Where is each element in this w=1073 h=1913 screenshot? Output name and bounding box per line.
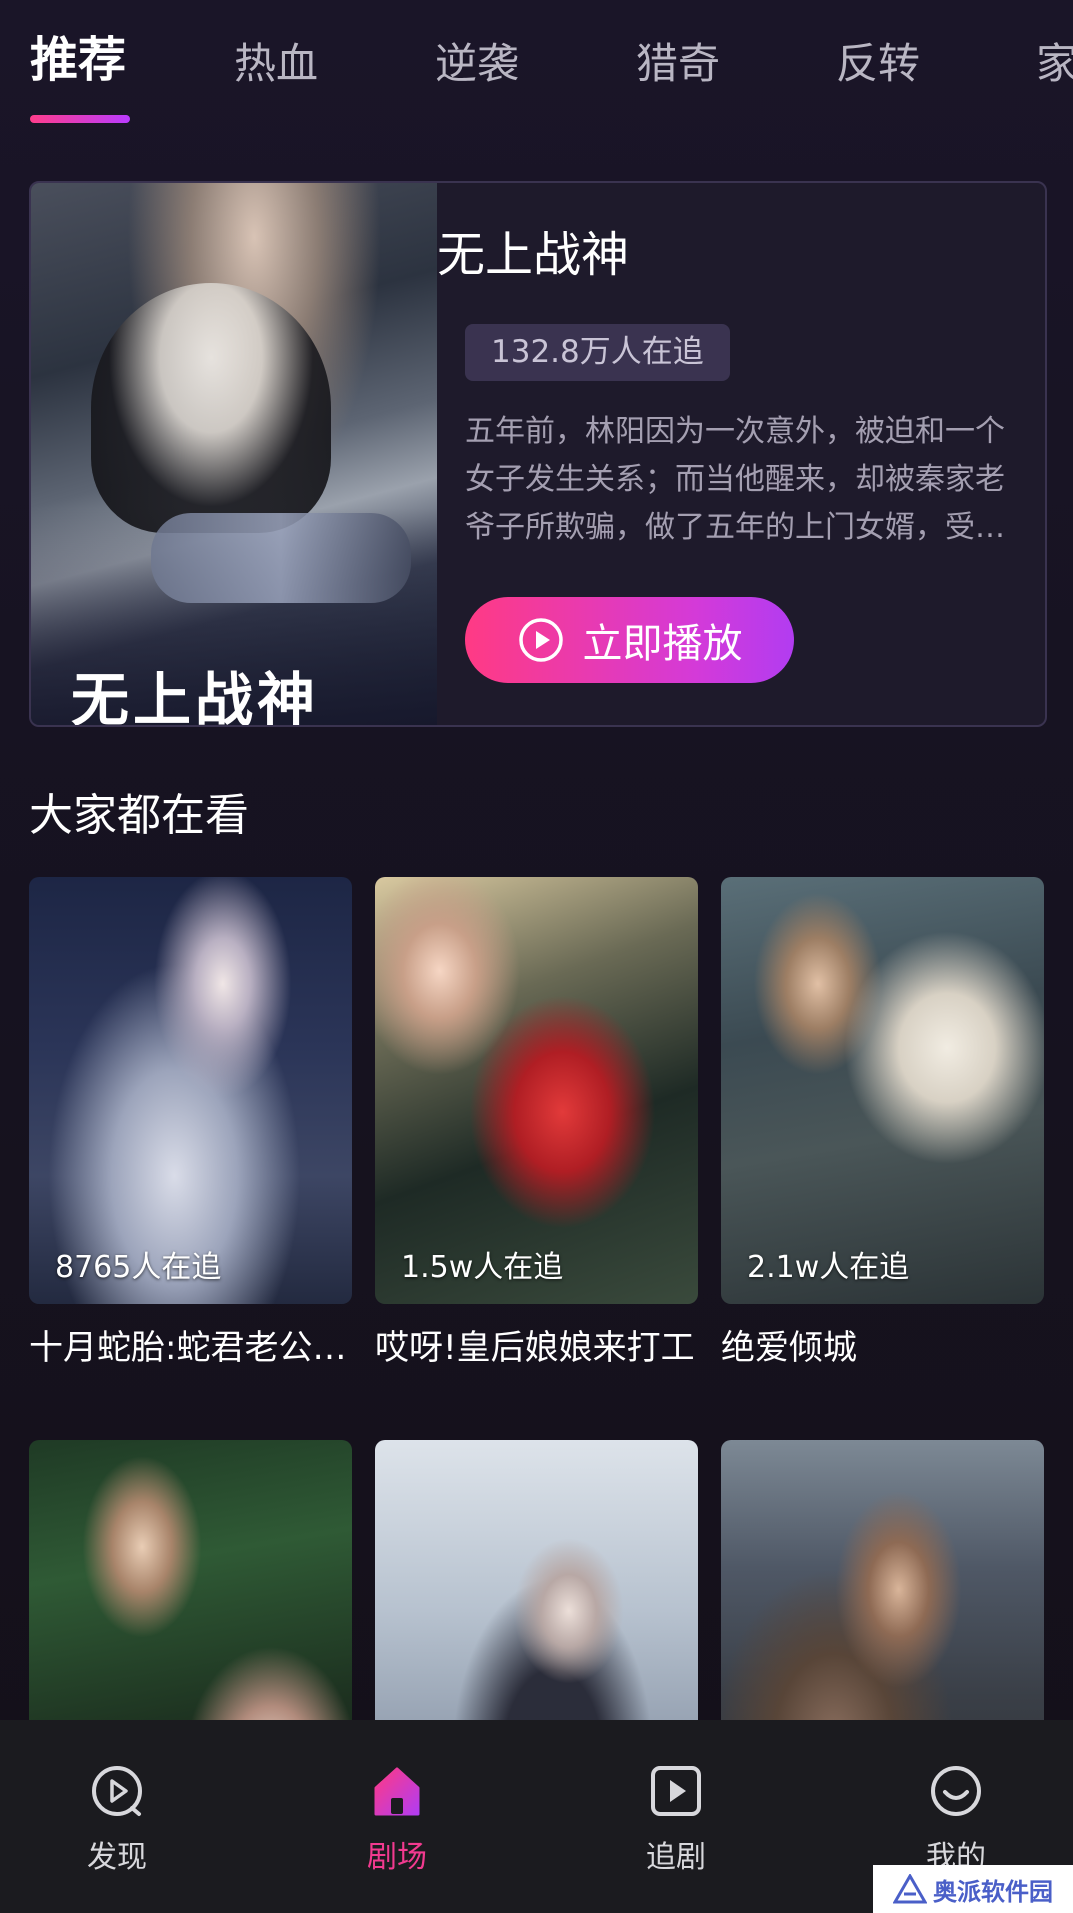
drama-cover[interactable]: 8765人在追 [29,877,352,1304]
nav-label: 发现 [87,1840,147,1875]
section-title: 大家都在看 [29,790,249,841]
poster-figure [151,513,411,603]
nav-following[interactable]: 追剧 [606,1762,746,1876]
tab-reversal[interactable]: 反转 [836,36,920,92]
tab-counterattack[interactable]: 逆袭 [435,36,519,92]
nav-theater[interactable]: 剧场 [327,1762,467,1876]
home-icon [374,1767,420,1816]
drama-title: 哎呀!皇后娘娘来打工 [375,1328,695,1368]
tab-hot-blood[interactable]: 热血 [234,36,318,92]
play-now-button[interactable]: 立即播放 [465,597,794,683]
nav-profile[interactable]: 我的 [886,1762,1026,1876]
drama-cover[interactable]: 2.1w人在追 [721,877,1044,1304]
play-now-label: 立即播放 [582,621,743,667]
featured-poster[interactable]: 无上战神 [31,183,437,725]
follow-count: 2.1w人在追 [747,1250,910,1285]
followers-badge: 132.8万人在追 [465,324,730,381]
active-tab-indicator [30,115,130,123]
follow-count: 8765人在追 [55,1250,222,1285]
featured-title: 无上战神 [437,227,630,283]
featured-description: 五年前，林阳因为一次意外，被迫和一个女子发生关系；而当他醒来，却被秦家老爷子所欺… [465,414,1005,545]
tab-recommend[interactable]: 推荐 [30,32,126,88]
watermark: 奥派软件园 [873,1865,1073,1913]
nav-label: 剧场 [367,1840,427,1875]
drama-cover[interactable]: 1.5w人在追 [375,877,698,1304]
drama-title: 十月蛇胎:蛇君老公请轻点 [29,1328,352,1368]
tab-family[interactable]: 家 [1036,36,1073,92]
poster-figure [91,283,331,533]
drama-title: 绝爱倾城 [721,1328,857,1368]
drama-card[interactable]: 8765人在追 十月蛇胎:蛇君老公请轻点 [29,877,352,1370]
drama-card[interactable]: 1.5w人在追 哎呀!皇后娘娘来打工 [375,877,698,1370]
watermark-logo-icon [893,1874,927,1904]
smile-face-icon [931,1766,981,1816]
drama-card[interactable]: 2.1w人在追 绝爱倾城 [721,877,1044,1370]
follow-count: 1.5w人在追 [401,1250,564,1285]
watermark-text: 奥派软件园 [933,1877,1053,1906]
nav-discover[interactable]: 发现 [47,1762,187,1876]
nav-label: 追剧 [646,1840,706,1875]
poster-title-art: 无上战神 [71,666,320,727]
category-tabs: 推荐 热血 逆袭 猎奇 反转 家 [0,0,1073,140]
tab-curiosity[interactable]: 猎奇 [636,36,720,92]
play-square-icon [651,1766,701,1816]
discover-icon [92,1766,142,1816]
play-circle-icon [518,618,563,662]
